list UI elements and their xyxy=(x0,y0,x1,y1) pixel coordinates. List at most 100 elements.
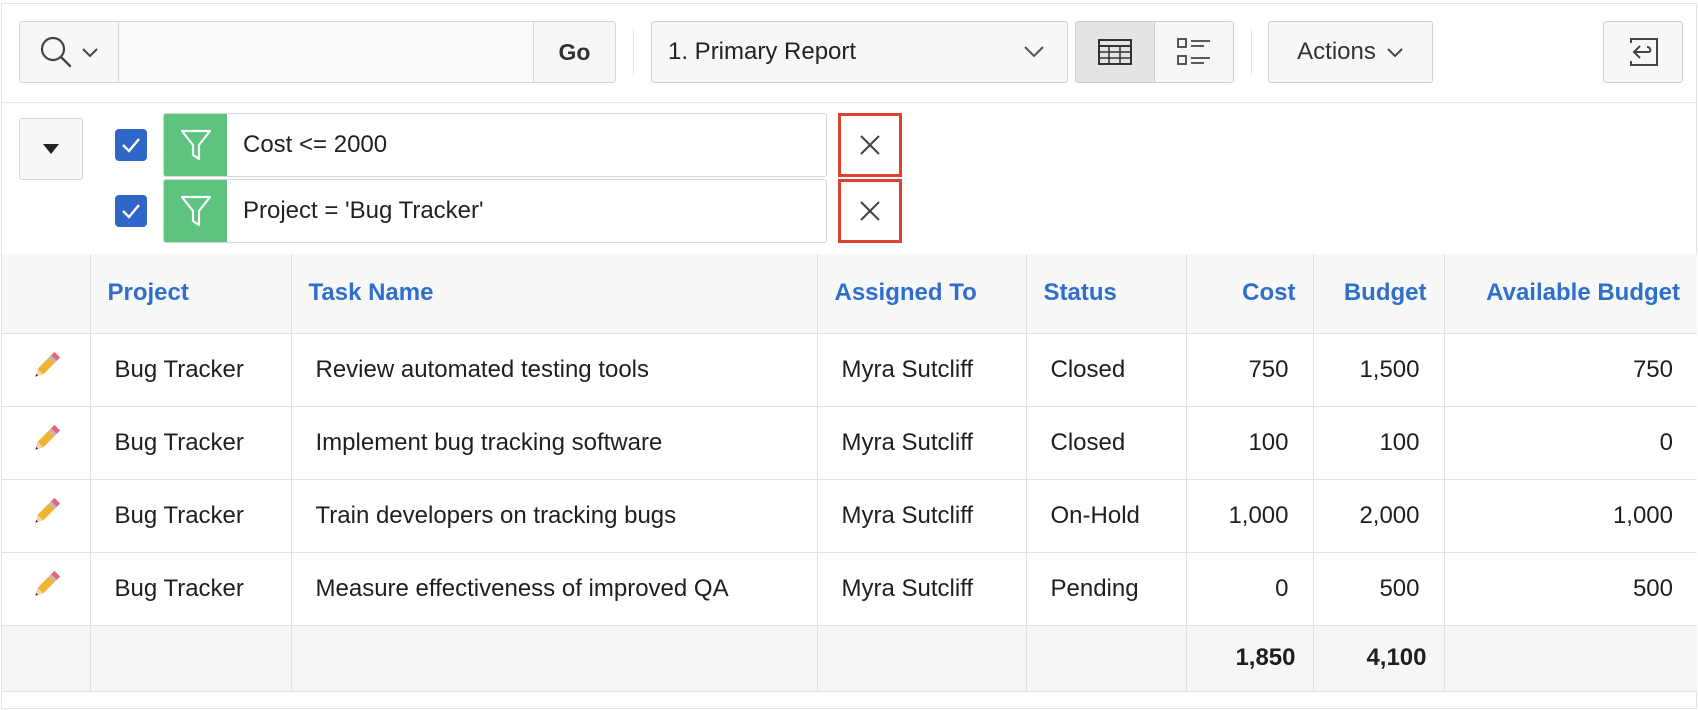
cell-project: Bug Tracker xyxy=(89,405,292,480)
cell-cost: 100 xyxy=(1185,405,1314,480)
cell-project: Bug Tracker xyxy=(89,551,292,626)
cell-assigned-to: Myra Sutcliff xyxy=(816,551,1027,626)
funnel-icon-box xyxy=(164,180,227,242)
column-header-available-budget[interactable]: Available Budget xyxy=(1443,254,1697,334)
checkmark-icon xyxy=(122,204,140,219)
chevron-down-icon xyxy=(1024,46,1044,58)
filter-label: Project = 'Bug Tracker' xyxy=(243,197,484,224)
table-row: Bug Tracker Measure effectiveness of imp… xyxy=(2,551,1697,626)
cell-task-name: Measure effectiveness of improved QA xyxy=(290,551,818,626)
filter-enable-checkbox[interactable] xyxy=(115,129,147,161)
close-icon xyxy=(860,201,880,221)
cell-budget: 1,500 xyxy=(1312,332,1445,407)
cell-project: Bug Tracker xyxy=(89,478,292,553)
search-input[interactable] xyxy=(119,22,533,82)
edit-row-link[interactable] xyxy=(2,332,91,407)
cell-budget: 100 xyxy=(1312,405,1445,480)
filter-region: Cost <= 2000 Project = 'Bug Tracker' xyxy=(2,102,1696,255)
go-button[interactable]: Go xyxy=(533,22,615,82)
chevron-down-icon xyxy=(82,48,98,58)
search-group: Go xyxy=(19,21,616,83)
table-row: Bug Tracker Train developers on tracking… xyxy=(2,478,1697,553)
grid-view-button[interactable] xyxy=(1076,22,1155,82)
remove-filter-button[interactable] xyxy=(838,113,902,177)
search-column-menu-button[interactable] xyxy=(20,22,119,82)
reset-button[interactable] xyxy=(1603,21,1683,83)
edit-row-link[interactable] xyxy=(2,405,91,480)
funnel-icon xyxy=(180,129,211,161)
total-budget: 4,100 xyxy=(1312,624,1445,692)
cell-status: Closed xyxy=(1025,405,1187,480)
total-cost: 1,850 xyxy=(1185,624,1314,692)
cell-available-budget: 0 xyxy=(1443,405,1697,480)
cell-available-budget: 1,000 xyxy=(1443,478,1697,553)
column-header-budget[interactable]: Budget xyxy=(1312,254,1445,334)
cell-cost: 0 xyxy=(1185,551,1314,626)
cell-task-name: Train developers on tracking bugs xyxy=(290,478,818,553)
pencil-icon xyxy=(35,497,60,523)
cell-cost: 1,000 xyxy=(1185,478,1314,553)
remove-filter-button[interactable] xyxy=(838,179,902,243)
chevron-down-icon xyxy=(1387,48,1403,58)
filter-label: Cost <= 2000 xyxy=(243,131,388,158)
cell-status: On-Hold xyxy=(1025,478,1187,553)
filter-enable-checkbox[interactable] xyxy=(115,195,147,227)
actions-label: Actions xyxy=(1297,38,1376,65)
detail-view-icon xyxy=(1177,38,1210,65)
cell-project: Bug Tracker xyxy=(89,332,292,407)
report-toolbar: Go 1. Primary Report Actions xyxy=(2,4,1696,103)
table-header-row: Project Task Name Assigned To Status Cos… xyxy=(2,254,1697,334)
pencil-icon xyxy=(35,424,60,450)
pencil-icon xyxy=(35,570,60,596)
filter-chip[interactable]: Project = 'Bug Tracker' xyxy=(163,179,827,243)
search-icon xyxy=(40,36,72,68)
pencil-icon xyxy=(35,351,60,377)
totals-cell-empty xyxy=(290,624,818,692)
cell-budget: 500 xyxy=(1312,551,1445,626)
totals-row: 1,850 4,100 xyxy=(2,624,1697,692)
grid-view-icon xyxy=(1098,39,1132,65)
detail-view-button[interactable] xyxy=(1155,22,1233,82)
table-row: Bug Tracker Implement bug tracking softw… xyxy=(2,405,1697,480)
column-header-task-name[interactable]: Task Name xyxy=(290,254,818,334)
totals-cell-empty xyxy=(1443,624,1697,692)
table-row: Bug Tracker Review automated testing too… xyxy=(2,332,1697,407)
cell-status: Closed xyxy=(1025,332,1187,407)
column-header-project[interactable]: Project xyxy=(89,254,292,334)
report-select-value: 1. Primary Report xyxy=(668,38,857,65)
report-select[interactable]: 1. Primary Report xyxy=(651,21,1068,83)
filter-chip[interactable]: Cost <= 2000 xyxy=(163,113,827,177)
toolbar-divider xyxy=(1251,29,1252,75)
toolbar-divider xyxy=(633,29,634,75)
reset-icon xyxy=(1630,38,1658,66)
funnel-icon-box xyxy=(164,114,227,176)
cell-assigned-to: Myra Sutcliff xyxy=(816,405,1027,480)
column-header-assigned-to[interactable]: Assigned To xyxy=(816,254,1027,334)
cell-available-budget: 750 xyxy=(1443,332,1697,407)
totals-cell-empty xyxy=(1025,624,1187,692)
column-header-cost[interactable]: Cost xyxy=(1185,254,1314,334)
checkmark-icon xyxy=(122,138,140,153)
report-table: Project Task Name Assigned To Status Cos… xyxy=(2,254,1697,692)
edit-row-link[interactable] xyxy=(2,551,91,626)
totals-cell-empty xyxy=(89,624,292,692)
cell-task-name: Implement bug tracking software xyxy=(290,405,818,480)
filter-row: Cost <= 2000 xyxy=(2,113,902,177)
cell-task-name: Review automated testing tools xyxy=(290,332,818,407)
totals-cell-empty xyxy=(816,624,1027,692)
actions-menu-button[interactable]: Actions xyxy=(1268,21,1433,83)
cell-available-budget: 500 xyxy=(1443,551,1697,626)
edit-column-header xyxy=(2,254,91,334)
close-icon xyxy=(860,135,880,155)
column-header-status[interactable]: Status xyxy=(1025,254,1187,334)
edit-row-link[interactable] xyxy=(2,478,91,553)
totals-cell-empty xyxy=(2,624,91,692)
interactive-report: Go 1. Primary Report Actions Cost <= 200… xyxy=(1,3,1697,709)
view-toggle xyxy=(1075,21,1234,83)
cell-assigned-to: Myra Sutcliff xyxy=(816,478,1027,553)
cell-status: Pending xyxy=(1025,551,1187,626)
filter-row: Project = 'Bug Tracker' xyxy=(2,179,902,243)
cell-cost: 750 xyxy=(1185,332,1314,407)
cell-budget: 2,000 xyxy=(1312,478,1445,553)
cell-assigned-to: Myra Sutcliff xyxy=(816,332,1027,407)
